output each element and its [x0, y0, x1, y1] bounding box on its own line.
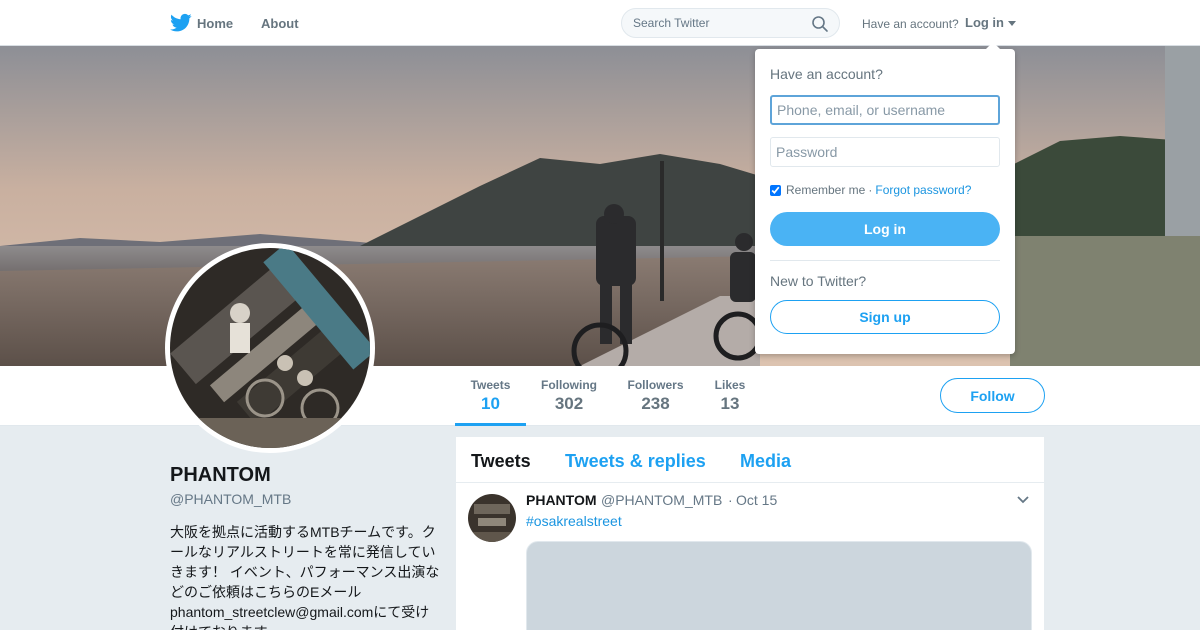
avatar-photo	[170, 248, 370, 448]
remember-me-checkbox[interactable]	[770, 184, 781, 196]
stat-followers-label: Followers	[627, 378, 684, 392]
login-dropdown: Have an account? Remember me · Forgot pa…	[755, 42, 1015, 354]
stat-tweets[interactable]: Tweets 10	[470, 378, 511, 414]
timeline-tabs: Tweets Tweets & replies Media	[456, 437, 1044, 483]
stat-likes-value: 13	[720, 394, 740, 413]
login-dropdown-toggle[interactable]: Log in	[965, 15, 1004, 30]
profile-handle[interactable]: @PHANTOM_MTB	[170, 491, 291, 507]
timeline: Tweets Tweets & replies Media PHANTOM @P…	[456, 437, 1044, 630]
tweet-avatar-photo	[468, 494, 516, 542]
stat-followers[interactable]: Followers 238	[627, 378, 684, 414]
avatar[interactable]	[170, 248, 370, 448]
active-stat-underline	[455, 423, 526, 426]
tweet-timestamp[interactable]: Oct 15	[736, 492, 777, 508]
divider	[770, 260, 1000, 261]
remember-me-row: Remember me · Forgot password?	[770, 183, 971, 197]
forgot-password-link[interactable]: Forgot password?	[875, 183, 971, 197]
tab-media[interactable]: Media	[740, 451, 791, 472]
tweet-hashtag[interactable]: #osakrealstreet	[526, 513, 622, 529]
signup-button[interactable]: Sign up	[770, 300, 1000, 334]
remember-me-label[interactable]: Remember me	[786, 183, 865, 197]
password-field[interactable]	[770, 137, 1000, 167]
stat-followers-value: 238	[641, 394, 670, 413]
twitter-bird-icon[interactable]	[170, 13, 192, 33]
follow-button[interactable]: Follow	[940, 378, 1045, 413]
have-account-text: Have an account?	[862, 17, 959, 31]
caret-down-icon[interactable]	[1008, 21, 1016, 26]
tab-tweets[interactable]: Tweets	[471, 451, 531, 472]
nav-about-link[interactable]: About	[261, 16, 299, 31]
username-field[interactable]	[770, 95, 1000, 125]
stat-tweets-label: Tweets	[470, 378, 511, 392]
stat-following-value: 302	[554, 394, 584, 413]
search-icon[interactable]	[811, 15, 829, 33]
search-input[interactable]	[633, 15, 808, 31]
new-to-twitter-text: New to Twitter?	[770, 273, 867, 289]
tweet-author-handle[interactable]: @PHANTOM_MTB	[601, 492, 722, 508]
tweet-author-name[interactable]: PHANTOM	[526, 492, 597, 508]
tab-tweets-replies[interactable]: Tweets & replies	[565, 451, 706, 472]
remember-forgot-separator: ·	[868, 183, 873, 197]
search-box	[621, 8, 840, 38]
stat-following-label: Following	[541, 378, 597, 392]
stat-tweets-value: 10	[481, 394, 500, 413]
tweet-media[interactable]	[526, 541, 1032, 630]
tweet-avatar[interactable]	[468, 494, 516, 542]
top-nav: Home About Have an account? Log in	[0, 0, 1200, 46]
profile-avatar-frame	[165, 243, 375, 453]
stat-following[interactable]: Following 302	[541, 378, 597, 414]
chevron-down-icon[interactable]	[1016, 495, 1030, 505]
login-button[interactable]: Log in	[770, 212, 1000, 246]
login-dropdown-title: Have an account?	[770, 66, 883, 82]
stat-likes[interactable]: Likes 13	[714, 378, 746, 414]
profile-bio: 大阪を拠点に活動するMTBチームです。クールなリアルストリートを常に発信していき…	[170, 524, 440, 630]
stat-likes-label: Likes	[714, 378, 746, 392]
nav-home-link[interactable]: Home	[197, 16, 233, 31]
profile-name[interactable]: PHANTOM	[170, 464, 271, 487]
tweet-separator: ·	[728, 492, 733, 508]
